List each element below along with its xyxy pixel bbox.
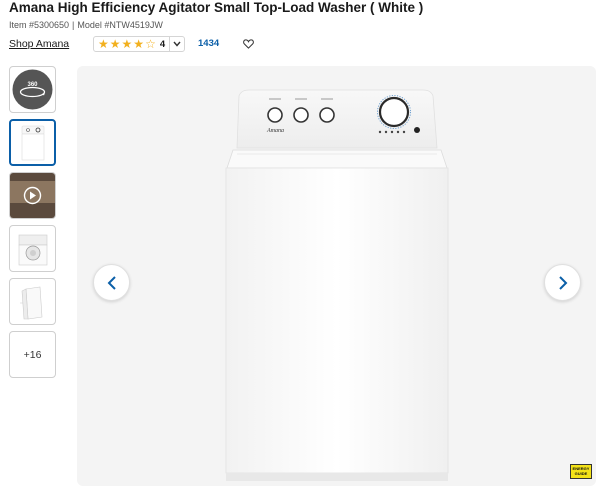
review-count-link[interactable]: 1434	[198, 38, 219, 49]
washer-brand-mark: Amana	[266, 128, 284, 134]
product-title: Amana High Efficiency Agitator Small Top…	[9, 0, 424, 15]
shop-brand-link[interactable]: Shop Amana	[9, 38, 69, 50]
thumbnail-video[interactable]	[9, 172, 56, 219]
main-image-viewer: Amana ENERGY GUIDE	[77, 66, 596, 486]
washer-open-thumbnail-image	[18, 234, 47, 265]
chevron-down-icon	[169, 37, 181, 51]
thumbnail-washer-side[interactable]	[9, 278, 56, 325]
star-empty-icon: ☆	[145, 37, 156, 51]
star-full-icon: ★	[98, 37, 109, 51]
previous-image-button[interactable]	[93, 264, 130, 301]
washer-thumbnail-image	[21, 125, 44, 160]
star-full-icon: ★	[121, 37, 133, 51]
energy-guide-badge[interactable]: ENERGY GUIDE	[570, 464, 592, 479]
rating-dropdown[interactable]: ★ ★ ★ ★ ☆ 4	[93, 36, 186, 52]
chevron-right-icon	[558, 275, 567, 290]
360-view-icon	[12, 69, 53, 110]
video-thumbnail-image	[10, 173, 55, 218]
product-meta: Item #5300650 | Model #NTW4519JW	[9, 20, 163, 30]
thumbnail-washer-front[interactable]	[9, 119, 56, 166]
more-thumbnails-button[interactable]: +16	[9, 331, 56, 378]
item-number: Item #5300650	[9, 20, 70, 30]
meta-separator: |	[72, 20, 75, 30]
model-number: Model #NTW4519JW	[77, 20, 163, 30]
rating-stars: ★ ★ ★ ★ ☆	[98, 38, 156, 50]
thumbnail-washer-open[interactable]	[9, 225, 56, 272]
360-label: 360	[27, 82, 38, 88]
chevron-left-icon	[107, 275, 116, 290]
next-image-button[interactable]	[544, 264, 581, 301]
favorite-heart-icon[interactable]	[240, 36, 256, 52]
rating-value: 4	[159, 38, 166, 50]
washer-main-image: Amana	[223, 88, 451, 488]
washer-side-thumbnail-image	[19, 286, 42, 319]
thumbnail-strip: 360 +16	[9, 66, 56, 384]
star-full-icon: ★	[133, 37, 145, 51]
star-full-icon: ★	[109, 37, 121, 51]
thumbnail-360-view[interactable]: 360	[9, 66, 56, 113]
